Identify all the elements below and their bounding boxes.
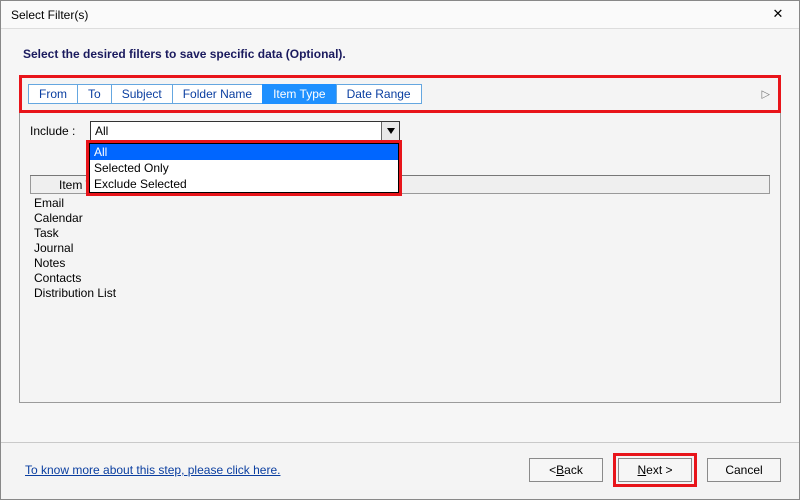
next-button-highlight: Next > bbox=[613, 453, 697, 487]
window-title: Select Filter(s) bbox=[11, 8, 88, 22]
tab-to[interactable]: To bbox=[77, 84, 112, 104]
list-item[interactable]: Calendar bbox=[34, 211, 766, 226]
list-item[interactable]: Contacts bbox=[34, 271, 766, 286]
include-combobox[interactable]: All bbox=[90, 121, 400, 141]
list-item[interactable]: Journal bbox=[34, 241, 766, 256]
dialog-content: Select the desired filters to save speci… bbox=[1, 29, 799, 442]
cancel-button[interactable]: Cancel bbox=[707, 458, 781, 482]
list-item[interactable]: Email bbox=[34, 196, 766, 211]
next-button[interactable]: Next > bbox=[618, 458, 692, 482]
button-row: < Back Next > Cancel bbox=[529, 453, 781, 487]
dialog-footer: To know more about this step, please cli… bbox=[1, 442, 799, 499]
tab-from[interactable]: From bbox=[28, 84, 78, 104]
help-link[interactable]: To know more about this step, please cli… bbox=[25, 463, 280, 477]
tab-folder-name[interactable]: Folder Name bbox=[172, 84, 263, 104]
close-icon[interactable]: ✕ bbox=[765, 5, 791, 25]
item-type-panel: Include : All All Selected Only Exclude … bbox=[19, 113, 781, 403]
tabs-highlight: From To Subject Folder Name Item Type Da… bbox=[19, 75, 781, 113]
include-row: Include : All All Selected Only Exclude … bbox=[30, 121, 770, 141]
tab-date-range[interactable]: Date Range bbox=[336, 84, 422, 104]
titlebar: Select Filter(s) ✕ bbox=[1, 1, 799, 29]
list-item[interactable]: Notes bbox=[34, 256, 766, 271]
list-item[interactable]: Task bbox=[34, 226, 766, 241]
list-item[interactable]: Distribution List bbox=[34, 286, 766, 301]
include-dropdown-highlight: All Selected Only Exclude Selected bbox=[86, 140, 402, 196]
chevron-down-icon bbox=[381, 122, 399, 140]
include-dropdown[interactable]: All Selected Only Exclude Selected bbox=[89, 143, 399, 193]
grid-rows: Email Calendar Task Journal Notes Contac… bbox=[30, 194, 770, 303]
tabs-scroll-right-icon[interactable]: ▷ bbox=[762, 88, 770, 101]
back-button[interactable]: < Back bbox=[529, 458, 603, 482]
filter-tabs: From To Subject Folder Name Item Type Da… bbox=[28, 84, 772, 104]
instruction-text: Select the desired filters to save speci… bbox=[23, 47, 781, 61]
select-filters-dialog: Select Filter(s) ✕ Select the desired fi… bbox=[0, 0, 800, 500]
include-label: Include : bbox=[30, 124, 84, 138]
include-option-selected[interactable]: Selected Only bbox=[90, 160, 398, 176]
include-option-all[interactable]: All bbox=[90, 144, 398, 160]
include-value: All bbox=[95, 124, 108, 138]
tab-subject[interactable]: Subject bbox=[111, 84, 173, 104]
include-option-exclude[interactable]: Exclude Selected bbox=[90, 176, 398, 192]
tab-item-type[interactable]: Item Type bbox=[262, 84, 336, 104]
